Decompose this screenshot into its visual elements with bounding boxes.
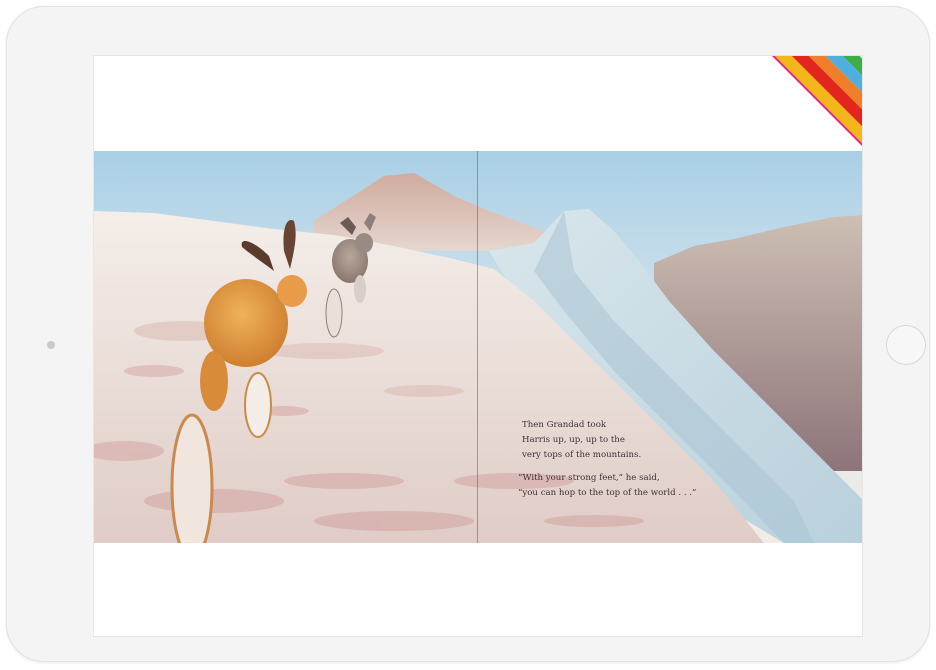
- home-button[interactable]: [886, 325, 926, 365]
- story-paragraph: “With your strong feet,” he said, “you c…: [518, 471, 752, 501]
- story-line: “With your strong feet,” he said,: [518, 473, 660, 483]
- story-line: Harris up, up, up to the: [522, 435, 625, 445]
- story-line: “you can hop to the top of the world . .…: [518, 488, 697, 498]
- page-spread-illustration[interactable]: Then Grandad took Harris up, up, up to t…: [94, 151, 862, 543]
- story-paragraph: Then Grandad took Harris up, up, up to t…: [522, 418, 752, 463]
- story-line: Then Grandad took: [522, 420, 607, 430]
- ebook-screen: Then Grandad took Harris up, up, up to t…: [93, 55, 863, 637]
- page-gutter: [477, 151, 478, 543]
- story-line: very tops of the mountains.: [522, 450, 642, 460]
- camera-icon: [47, 341, 55, 349]
- tablet-device: Then Grandad took Harris up, up, up to t…: [6, 6, 930, 662]
- rainbow-ribbon-icon[interactable]: [772, 56, 862, 146]
- story-text: Then Grandad took Harris up, up, up to t…: [518, 418, 752, 501]
